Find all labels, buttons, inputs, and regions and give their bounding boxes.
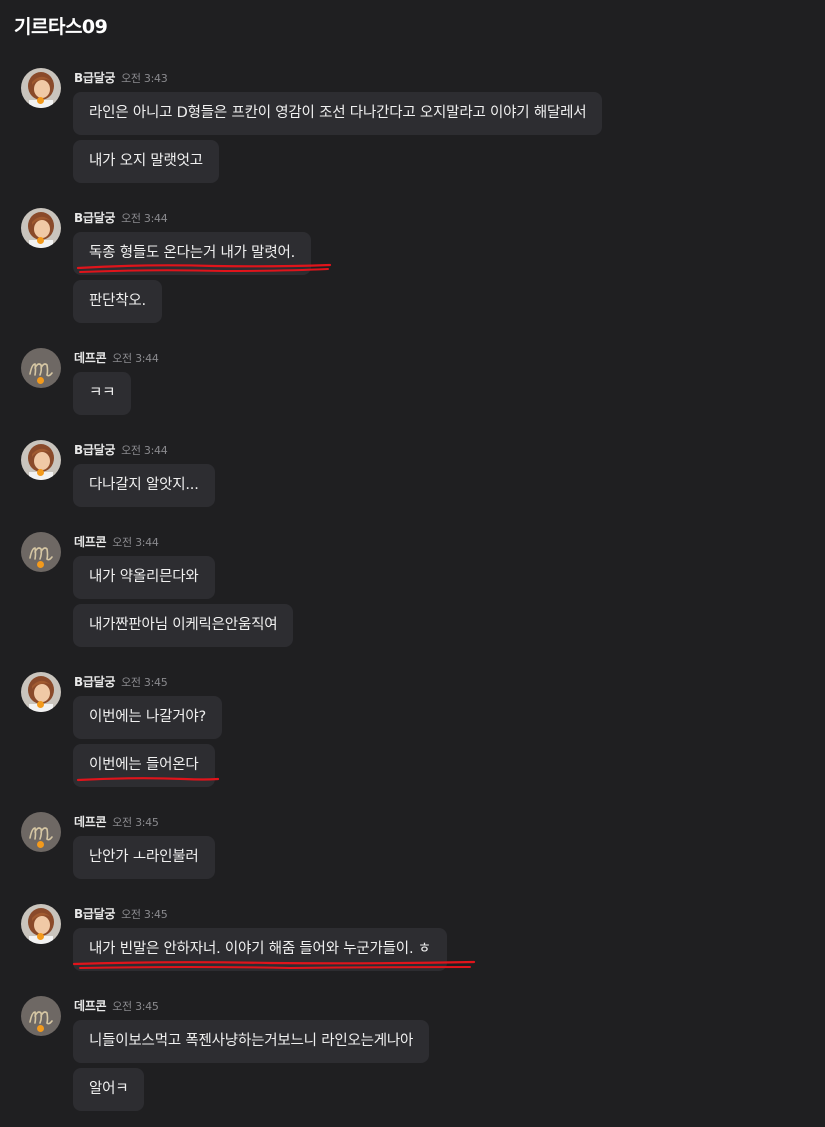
message-bubble[interactable]: 이번에는 들어온다 [73, 744, 215, 787]
message-meta: 데프콘 오전 3:45 [74, 998, 159, 1013]
timestamp: 오전 3:45 [112, 1000, 159, 1013]
status-indicator [37, 377, 44, 384]
status-indicator [37, 701, 44, 708]
username[interactable]: 데프콘 [74, 535, 107, 549]
message-bubble[interactable]: 라인은 아니고 D형들은 프칸이 영감이 조선 다나간다고 오지말라고 이야기 … [73, 92, 603, 135]
message-bubble[interactable]: ㅋㅋ [73, 372, 132, 415]
message-meta: B급달궁 오전 3:44 [74, 210, 168, 225]
status-indicator [37, 97, 44, 104]
timestamp: 오전 3:44 [121, 212, 168, 225]
message-bubble[interactable]: 판단착오. [73, 280, 162, 323]
message-bubble[interactable]: 이번에는 나갈거야? [73, 696, 223, 739]
message-meta: 데프콘 오전 3:45 [74, 814, 159, 829]
username[interactable]: 데프콘 [74, 351, 107, 365]
timestamp: 오전 3:43 [121, 72, 168, 85]
message-bubble[interactable]: 내가 오지 말랫엇고 [73, 140, 219, 183]
status-indicator [37, 469, 44, 476]
message-meta: B급달궁 오전 3:43 [74, 70, 168, 85]
message-bubble[interactable]: 내가 빈말은 안하자너. 이야기 해줌 들어와 누군가들이. ㅎ [73, 928, 447, 971]
timestamp: 오전 3:45 [112, 816, 159, 829]
message-meta: B급달궁 오전 3:44 [74, 442, 168, 457]
timestamp: 오전 3:44 [112, 536, 159, 549]
username[interactable]: 데프콘 [74, 999, 107, 1013]
message-meta: B급달궁 오전 3:45 [74, 906, 168, 921]
status-indicator [37, 841, 44, 848]
status-indicator [37, 1025, 44, 1032]
channel-title: 기르타스09 [14, 16, 108, 38]
message-bubble[interactable]: 니들이보스먹고 폭젠사냥하는거보느니 라인오는게나아 [73, 1020, 430, 1063]
username[interactable]: B급달궁 [74, 211, 115, 225]
status-indicator [37, 237, 44, 244]
username[interactable]: B급달궁 [74, 675, 115, 689]
status-indicator [37, 561, 44, 568]
username[interactable]: B급달궁 [74, 907, 115, 921]
username[interactable]: 데프콘 [74, 815, 107, 829]
message-meta: B급달궁 오전 3:45 [74, 674, 168, 689]
message-bubble[interactable]: 알어ㅋ [73, 1068, 145, 1111]
message-bubble[interactable]: 다나갈지 알앗지... [73, 464, 215, 507]
status-indicator [37, 933, 44, 940]
timestamp: 오전 3:44 [112, 352, 159, 365]
message-meta: 데프콘 오전 3:44 [74, 534, 159, 549]
message-bubble[interactable]: 난안가 ㅗ라인불러 [73, 836, 215, 879]
message-meta: 데프콘 오전 3:44 [74, 350, 159, 365]
timestamp: 오전 3:44 [121, 444, 168, 457]
username[interactable]: B급달궁 [74, 71, 115, 85]
timestamp: 오전 3:45 [121, 908, 168, 921]
message-bubble[interactable]: 독종 형들도 온다는거 내가 말렷어. [73, 232, 312, 275]
message-bubble[interactable]: 내가짠판아님 이케릭은안움직여 [73, 604, 294, 647]
timestamp: 오전 3:45 [121, 676, 168, 689]
message-bubble[interactable]: 내가 약올리믄다와 [73, 556, 215, 599]
username[interactable]: B급달궁 [74, 443, 115, 457]
